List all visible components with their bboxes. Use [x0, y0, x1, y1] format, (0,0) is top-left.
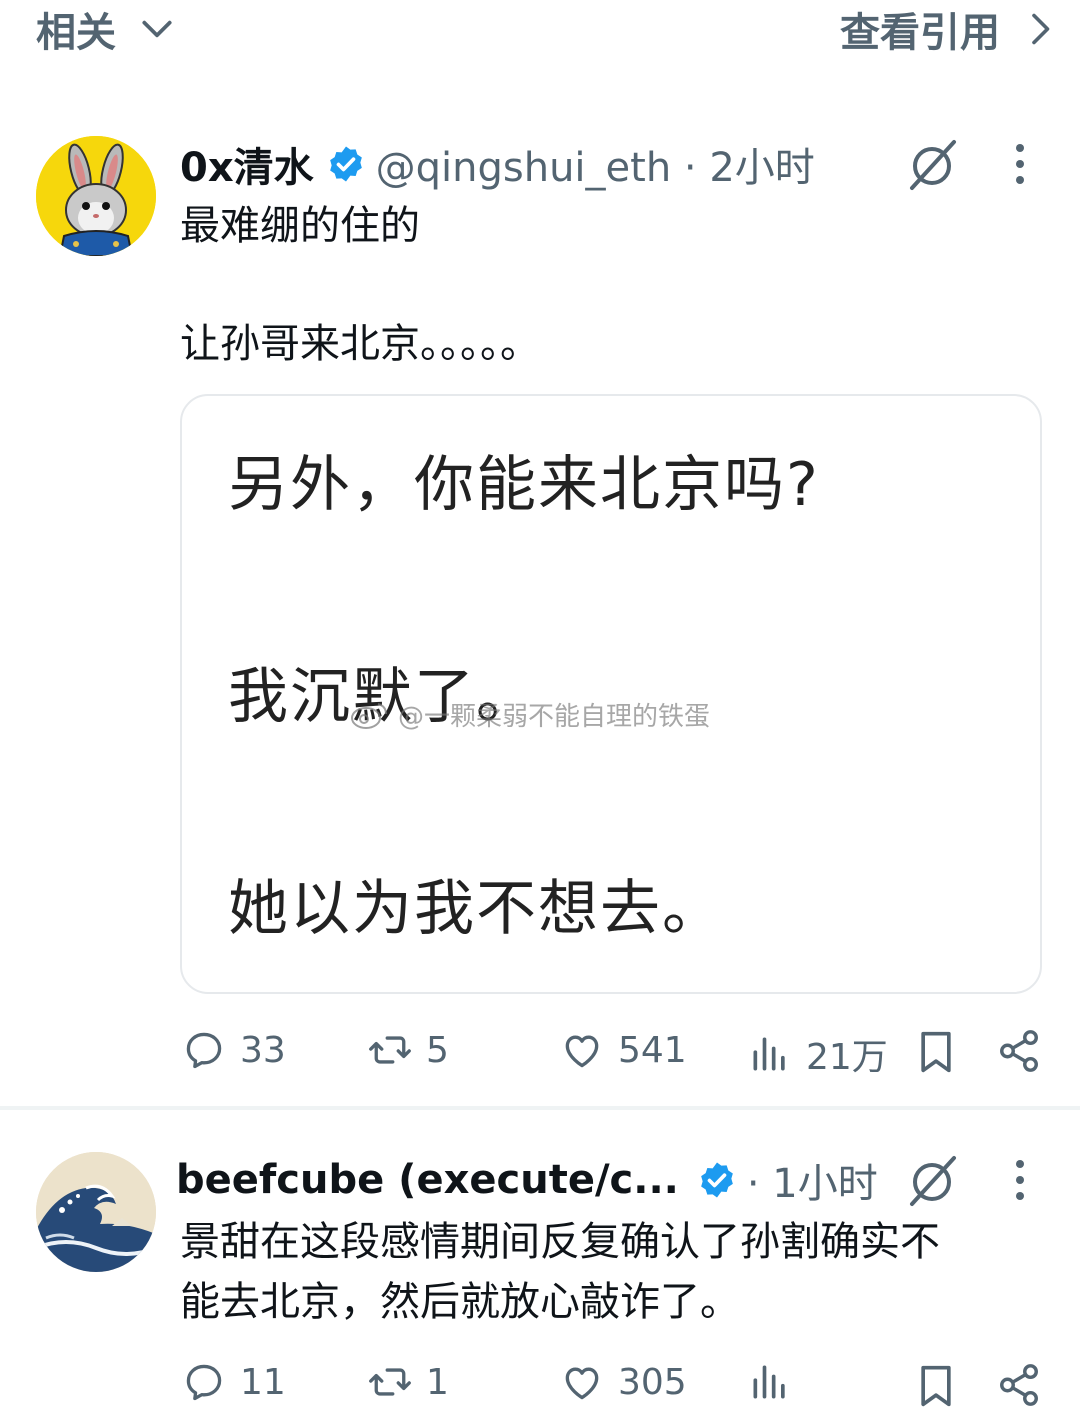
repost-count: 1 — [426, 1361, 449, 1403]
view-quotes-link[interactable]: 查看引用 — [840, 0, 1058, 58]
repost-button[interactable]: 5 — [368, 1028, 449, 1072]
share-icon[interactable] — [996, 1028, 1042, 1074]
reply-button[interactable]: 11 — [182, 1360, 286, 1404]
avatar[interactable] — [36, 136, 156, 256]
weibo-logo-icon — [351, 702, 387, 729]
like-icon — [565, 1367, 599, 1400]
more-icon[interactable] — [1000, 140, 1040, 188]
author-handle-time[interactable]: @qingshui_eth · 2小时 — [376, 135, 815, 193]
verified-icon — [701, 1162, 733, 1198]
chevron-right-icon — [1032, 13, 1050, 45]
repost-count: 5 — [426, 1029, 449, 1071]
views-button[interactable] — [748, 1360, 792, 1404]
author-name[interactable]: 0x清水 — [180, 135, 314, 193]
like-count: 305 — [618, 1361, 687, 1403]
tweet-time[interactable]: · 1小时 — [747, 1151, 878, 1209]
reply-icon — [186, 1364, 222, 1401]
related-label: 相关 — [36, 10, 116, 56]
repost-icon — [369, 1036, 411, 1064]
grok-icon[interactable] — [904, 1152, 960, 1208]
reply-button[interactable]: 33 — [182, 1028, 286, 1072]
related-dropdown[interactable]: 相关 — [36, 0, 176, 58]
like-button[interactable]: 541 — [560, 1028, 687, 1072]
views-count: 21万 — [806, 1037, 888, 1078]
tweet-header: 0x清水 @qingshui_eth · 2小时 — [180, 136, 815, 192]
like-button[interactable]: 305 — [560, 1360, 687, 1404]
repost-icon — [369, 1368, 411, 1396]
share-icon[interactable] — [996, 1362, 1042, 1408]
tweet-text-line: 景甜在这段感情期间反复确认了孙割确实不 — [180, 1219, 940, 1265]
tweet-text-line: 最难绷的住的 — [180, 203, 420, 249]
verified-icon — [329, 146, 362, 182]
attached-image[interactable]: 另外，你能来北京吗? 我沉默了。 她以为我不想去。 @一颗柔弱不能自理的铁蛋 — [180, 394, 1042, 994]
great-wave-avatar-icon — [36, 1152, 156, 1272]
watermark-text: @一颗柔弱不能自理的铁蛋 — [398, 702, 711, 732]
tweet-text: 最难绷的住的 让孙哥来北京。。。。。 — [180, 196, 540, 374]
bookmark-icon[interactable] — [914, 1028, 958, 1076]
view-quotes-label: 查看引用 — [840, 10, 1000, 56]
reply-count: 11 — [240, 1361, 286, 1403]
like-icon — [565, 1035, 599, 1068]
tweet-text-line: 让孙哥来北京。。。。。 — [180, 321, 540, 367]
repost-button[interactable]: 1 — [368, 1360, 449, 1404]
watermark: @一颗柔弱不能自理的铁蛋 — [350, 696, 710, 733]
rabbit-avatar-icon — [36, 136, 156, 256]
tweet-text: 景甜在这段感情期间反复确认了孙割确实不 能去北京，然后就放心敲诈了。 — [180, 1212, 1050, 1332]
author-name[interactable]: beefcube (execute/c... — [176, 1157, 679, 1203]
tweet-text-line: 能去北京，然后就放心敲诈了。 — [180, 1279, 740, 1325]
divider — [0, 1106, 1080, 1110]
views-icon — [753, 1037, 785, 1071]
grok-icon[interactable] — [904, 136, 960, 192]
bookmark-icon[interactable] — [914, 1362, 958, 1410]
views-icon — [753, 1365, 785, 1399]
reply-icon — [186, 1032, 222, 1069]
avatar[interactable] — [36, 1152, 156, 1272]
image-text-line: 另外，你能来北京吗? — [228, 450, 820, 520]
views-button[interactable]: 21万 — [748, 1028, 888, 1080]
tweet-header: beefcube (execute/c... · 1小时 — [176, 1152, 878, 1208]
image-text-line: 她以为我不想去。 — [228, 874, 724, 944]
like-count: 541 — [618, 1029, 687, 1071]
more-icon[interactable] — [1000, 1156, 1040, 1204]
chevron-down-icon — [142, 20, 172, 38]
reply-count: 33 — [240, 1029, 286, 1071]
